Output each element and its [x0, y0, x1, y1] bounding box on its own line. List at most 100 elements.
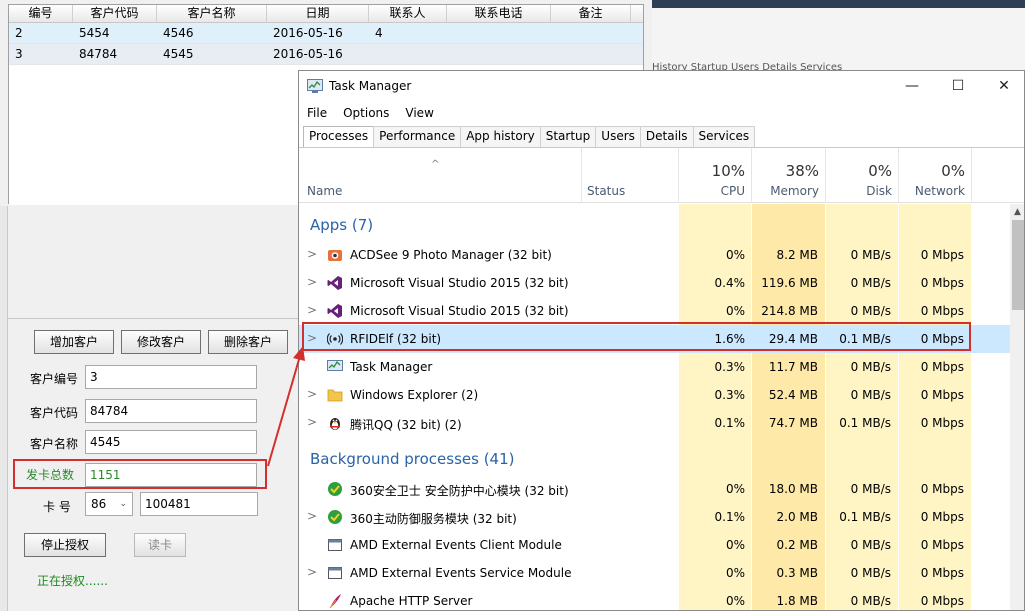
process-disk: 0 MB/s: [850, 248, 891, 262]
col-header-cpu[interactable]: 10% CPU: [679, 148, 751, 203]
chevron-down-icon: ⌄: [119, 499, 127, 509]
scroll-thumb[interactable]: [1012, 220, 1024, 310]
cell-phone: [447, 44, 551, 64]
process-row[interactable]: Task Manager 0.3% 11.7 MB 0 MB/s 0 Mbps: [299, 353, 1010, 381]
cell-phone: [447, 23, 551, 43]
card-prefix-value: 86: [91, 497, 107, 511]
process-disk: 0 MB/s: [850, 566, 891, 580]
process-table-header: Name Status 10% CPU 38% Memory 0% Disk 0…: [299, 148, 1024, 203]
col-header-number[interactable]: 编号: [9, 5, 73, 22]
menu-file[interactable]: File: [299, 103, 335, 123]
process-network: 0 Mbps: [920, 248, 964, 262]
process-row[interactable]: > Windows Explorer (2) 0.3% 52.4 MB 0 MB…: [299, 381, 1010, 409]
process-row[interactable]: > 360主动防御服务模块 (32 bit) 0.1% 2.0 MB 0.1 M…: [299, 503, 1010, 531]
process-cpu: 0.3%: [714, 360, 746, 374]
task-manager-titlebar[interactable]: Task Manager — ☐ ✕: [299, 71, 1024, 101]
tab-details[interactable]: Details: [639, 126, 694, 147]
card-prefix-select[interactable]: 86 ⌄: [85, 492, 133, 516]
tab-startup[interactable]: Startup: [539, 126, 597, 147]
tab-processes[interactable]: Processes: [303, 126, 375, 148]
process-network: 0 Mbps: [920, 566, 964, 580]
expand-chevron-icon[interactable]: >: [307, 565, 317, 579]
table-row[interactable]: 2 5454 4546 2016-05-16 4: [9, 23, 643, 44]
customer-code-field[interactable]: 84784: [85, 399, 257, 423]
disk-total: 0%: [868, 162, 892, 180]
read-card-button[interactable]: 读卡: [134, 533, 186, 557]
tab-users[interactable]: Users: [595, 126, 641, 147]
customer-name-field[interactable]: 4545: [85, 430, 257, 454]
card-number-label: 卡 号: [43, 500, 71, 514]
col-header-disk[interactable]: 0% Disk: [826, 148, 898, 203]
apache-feather-icon: [329, 594, 341, 609]
process-disk: 0.1 MB/s: [839, 510, 891, 524]
expand-chevron-icon[interactable]: >: [307, 303, 317, 317]
process-row[interactable]: > AMD External Events Service Module 0% …: [299, 559, 1010, 587]
expand-chevron-icon[interactable]: >: [307, 415, 317, 429]
group-header-apps[interactable]: Apps (7): [310, 216, 373, 234]
col-header-contact[interactable]: 联系人: [369, 5, 447, 22]
vertical-scrollbar[interactable]: ▲: [1010, 204, 1024, 610]
col-cpu-label: CPU: [720, 184, 745, 198]
col-header-name[interactable]: Name: [299, 148, 581, 203]
process-name: Windows Explorer (2): [350, 388, 479, 402]
col-header-name[interactable]: 客户名称: [157, 5, 267, 22]
process-network: 0 Mbps: [920, 416, 964, 430]
window-title: Task Manager: [329, 79, 412, 93]
process-memory: 8.2 MB: [776, 248, 818, 262]
tab-app-history[interactable]: App history: [460, 126, 541, 147]
task-manager-icon: [307, 79, 323, 93]
col-header-date[interactable]: 日期: [267, 5, 369, 22]
edit-customer-button[interactable]: 修改客户: [121, 330, 201, 354]
process-cpu: 0%: [725, 566, 745, 580]
process-row[interactable]: > ACDSee 9 Photo Manager (32 bit) 0% 8.2…: [299, 241, 1010, 269]
visual-studio-icon: [327, 276, 342, 290]
process-row[interactable]: Apache HTTP Server 0% 1.8 MB 0 MB/s 0 Mb…: [299, 587, 1010, 610]
expand-chevron-icon[interactable]: >: [307, 509, 317, 523]
authorization-status: 正在授权......: [37, 574, 108, 588]
maximize-button[interactable]: ☐: [935, 71, 981, 101]
menu-view[interactable]: View: [397, 103, 441, 123]
customer-number-field[interactable]: 3: [85, 365, 257, 389]
table-row[interactable]: 3 84784 4545 2016-05-16: [9, 44, 643, 65]
tab-performance[interactable]: Performance: [373, 126, 462, 147]
cpu-total: 10%: [711, 162, 745, 180]
menu-options[interactable]: Options: [335, 103, 397, 123]
expand-chevron-icon[interactable]: >: [307, 387, 317, 401]
process-cpu: 0.4%: [714, 276, 746, 290]
tab-services[interactable]: Services: [692, 126, 756, 147]
scroll-up-icon[interactable]: ▲: [1014, 207, 1021, 217]
process-name: 360主动防御服务模块 (32 bit): [350, 512, 517, 526]
process-name: ACDSee 9 Photo Manager (32 bit): [350, 248, 552, 262]
process-name: 腾讯QQ (32 bit) (2): [350, 418, 462, 432]
process-row[interactable]: 360安全卫士 安全防护中心模块 (32 bit) 0% 18.0 MB 0 M…: [299, 475, 1010, 503]
col-header-status[interactable]: Status: [582, 148, 678, 203]
stop-authorization-button[interactable]: 停止授权: [24, 533, 106, 557]
qq-penguin-icon: [330, 418, 340, 430]
col-header-network[interactable]: 0% Network: [899, 148, 971, 203]
group-header-background[interactable]: Background processes (41): [310, 450, 515, 468]
minimize-button[interactable]: —: [889, 71, 935, 101]
process-row[interactable]: > Microsoft Visual Studio 2015 (32 bit) …: [299, 297, 1010, 325]
card-number-field[interactable]: 100481: [140, 492, 258, 516]
process-row[interactable]: AMD External Events Client Module 0% 0.2…: [299, 531, 1010, 559]
sort-caret-icon: ^: [431, 159, 440, 170]
col-header-code[interactable]: 客户代码: [73, 5, 157, 22]
process-memory: 52.4 MB: [768, 388, 818, 402]
folder-icon: [327, 389, 343, 402]
process-row[interactable]: > 腾讯QQ (32 bit) (2) 0.1% 74.7 MB 0.1 MB/…: [299, 409, 1010, 437]
delete-customer-button[interactable]: 删除客户: [208, 330, 288, 354]
add-customer-button[interactable]: 增加客户: [34, 330, 114, 354]
col-header-remark[interactable]: 备注: [551, 5, 631, 22]
col-header-memory[interactable]: 38% Memory: [752, 148, 825, 203]
process-cpu: 0%: [725, 482, 745, 496]
cell-number: 2: [15, 26, 23, 40]
close-button[interactable]: ✕: [981, 71, 1024, 101]
expand-chevron-icon[interactable]: >: [307, 275, 317, 289]
process-row[interactable]: > Microsoft Visual Studio 2015 (32 bit) …: [299, 269, 1010, 297]
annotation-box-rfidelf: [302, 322, 971, 351]
process-network: 0 Mbps: [920, 276, 964, 290]
background-window-titlebar: [652, 0, 1025, 8]
process-disk: 0 MB/s: [850, 388, 891, 402]
expand-chevron-icon[interactable]: >: [307, 247, 317, 261]
col-header-phone[interactable]: 联系电话: [447, 5, 551, 22]
